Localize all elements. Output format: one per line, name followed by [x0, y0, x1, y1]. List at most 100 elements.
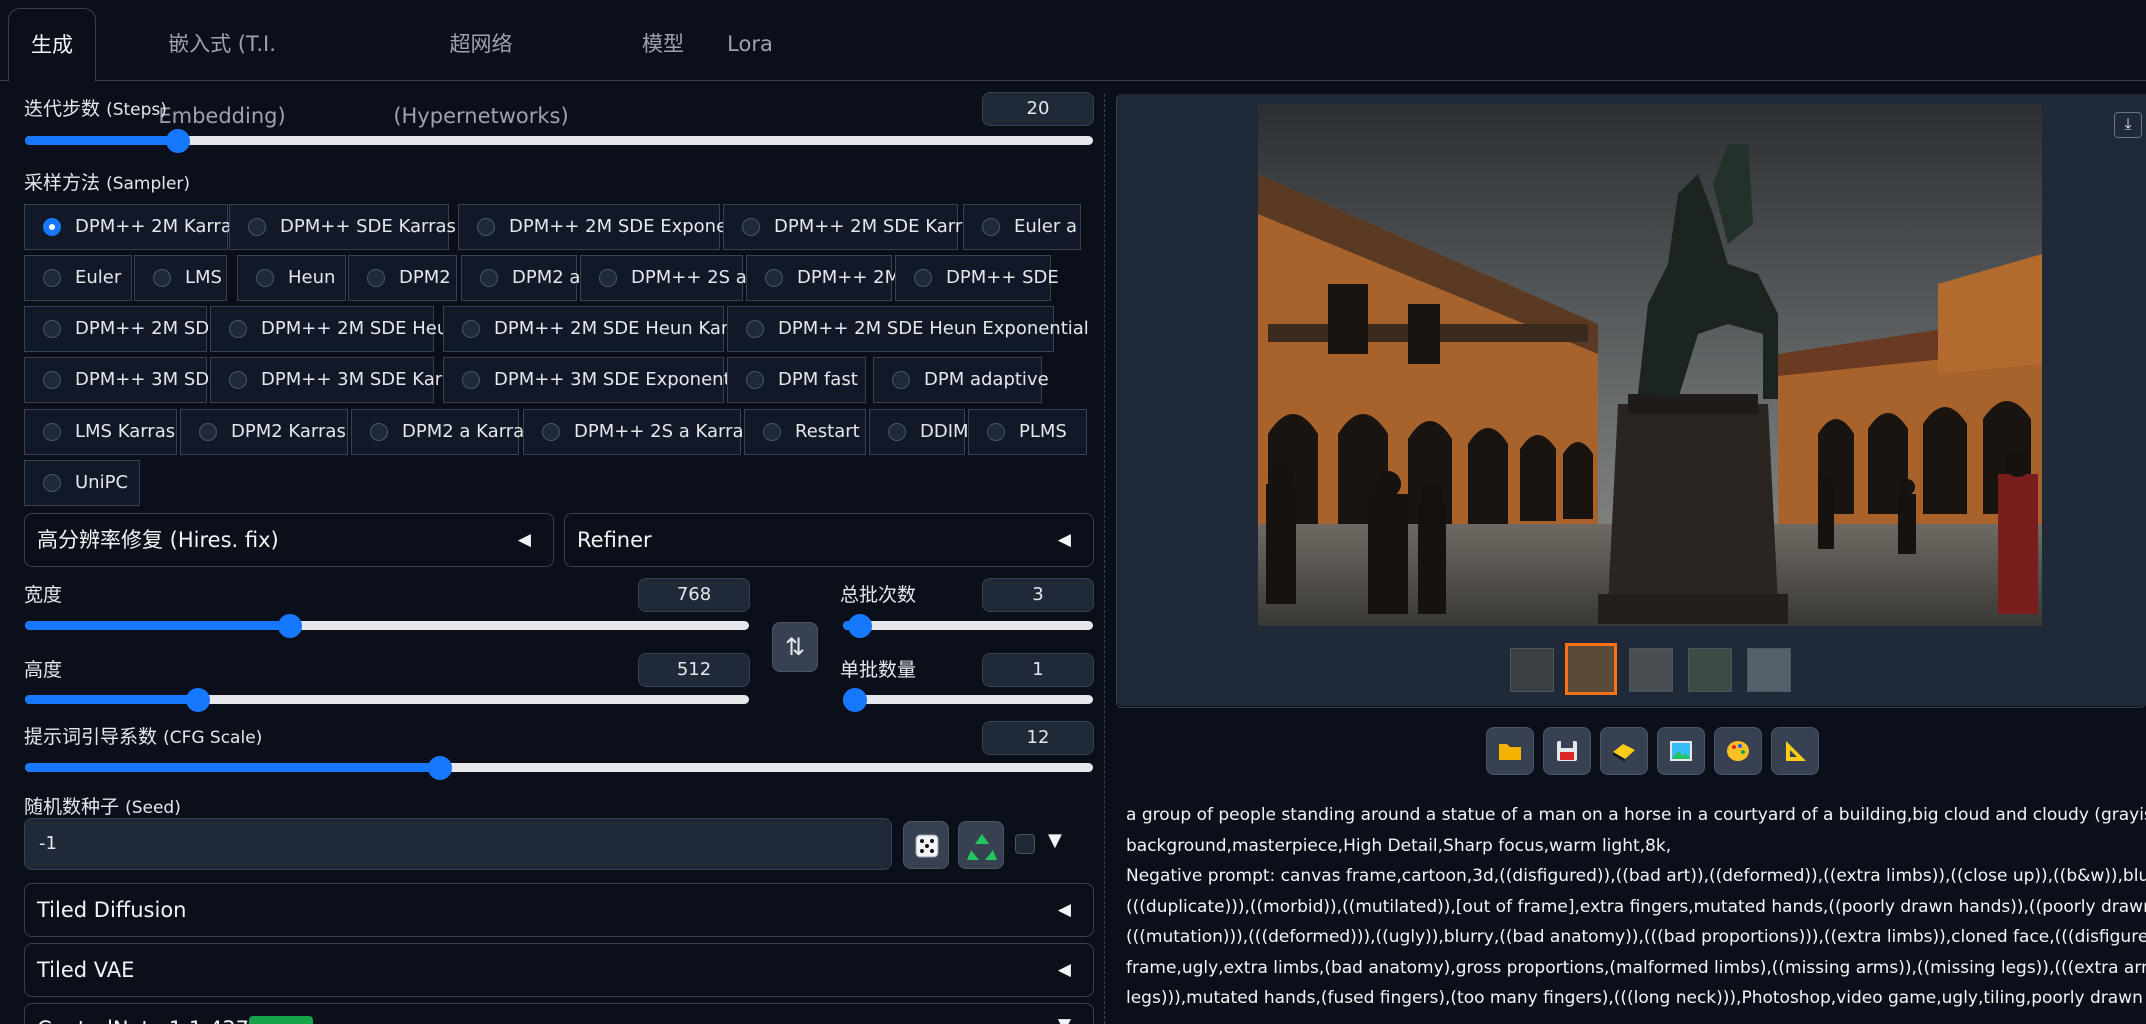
- cfg-slider[interactable]: [25, 756, 1093, 780]
- tab-generate[interactable]: 生成: [8, 8, 96, 82]
- sampler-option[interactable]: DPM++ 2M SDE Karras: [723, 204, 983, 250]
- tiled-vae-accordion[interactable]: Tiled VAE ◀: [24, 943, 1094, 997]
- generated-image[interactable]: [1258, 104, 2042, 626]
- radio-dot[interactable]: [462, 371, 480, 389]
- height-input[interactable]: 512: [638, 653, 750, 687]
- radio-dot[interactable]: [599, 269, 617, 287]
- width-slider[interactable]: [25, 614, 749, 638]
- sampler-option[interactable]: DPM2 a: [461, 255, 580, 301]
- radio-dot[interactable]: [199, 423, 217, 441]
- thumbnail-5[interactable]: [1747, 648, 1791, 692]
- radio-dot[interactable]: [987, 423, 1005, 441]
- tab-embedding[interactable]: 嵌入式 (T.I. Embedding): [108, 8, 336, 128]
- sampler-option[interactable]: DPM adaptive: [873, 357, 1049, 403]
- sampler-option[interactable]: DPM++ 3M SDE Exponential: [443, 357, 752, 403]
- send-to-extras-button[interactable]: [1771, 727, 1819, 775]
- sampler-option[interactable]: DPM++ 2M Karras: [24, 204, 241, 250]
- sampler-option[interactable]: DPM++ 2M SDE Heun Karras: [443, 306, 756, 352]
- radio-dot[interactable]: [43, 371, 61, 389]
- sampler-option[interactable]: DPM++ SDE: [895, 255, 1059, 301]
- save-button[interactable]: [1543, 727, 1591, 775]
- random-seed-button[interactable]: [903, 821, 949, 869]
- radio-dot[interactable]: [43, 218, 61, 236]
- batch-count-input[interactable]: 3: [982, 578, 1094, 612]
- width-input[interactable]: 768: [638, 578, 750, 612]
- sampler-option[interactable]: DPM fast: [727, 357, 866, 403]
- thumbnail-3[interactable]: [1629, 648, 1673, 692]
- open-folder-button[interactable]: [1486, 727, 1534, 775]
- radio-dot[interactable]: [746, 371, 764, 389]
- radio-dot[interactable]: [229, 371, 247, 389]
- steps-slider[interactable]: [25, 129, 1093, 153]
- download-icon[interactable]: ⤓: [2114, 112, 2142, 138]
- tab-hypernetworks[interactable]: 超网络 (Hypernetworks): [366, 8, 596, 128]
- batch-size-input[interactable]: 1: [982, 653, 1094, 687]
- radio-dot[interactable]: [256, 269, 274, 287]
- sampler-option[interactable]: Restart: [744, 409, 866, 455]
- radio-dot[interactable]: [462, 320, 480, 338]
- sampler-option[interactable]: PLMS: [968, 409, 1087, 455]
- tiled-diffusion-accordion[interactable]: Tiled Diffusion ◀: [24, 883, 1094, 937]
- sampler-option[interactable]: DPM++ 2M SDE Heun: [210, 306, 460, 352]
- radio-dot[interactable]: [477, 218, 495, 236]
- sampler-option[interactable]: DPM++ 3M SDE: [24, 357, 221, 403]
- batch-size-slider[interactable]: [843, 688, 1093, 712]
- sampler-option[interactable]: DPM++ 2M SDE: [24, 306, 221, 352]
- sampler-option[interactable]: DPM++ 3M SDE Karras: [210, 357, 470, 403]
- radio-dot[interactable]: [888, 423, 906, 441]
- sampler-option[interactable]: UniPC: [24, 460, 140, 506]
- send-to-img2img-button[interactable]: [1657, 727, 1705, 775]
- radio-dot[interactable]: [763, 423, 781, 441]
- thumbnail-4[interactable]: [1688, 648, 1732, 692]
- tab-lora[interactable]: Lora: [720, 8, 780, 80]
- swap-dimensions-button[interactable]: ⇅: [772, 622, 818, 672]
- seed-input[interactable]: -1: [24, 818, 892, 870]
- thumbnail-1[interactable]: [1510, 648, 1554, 692]
- radio-dot[interactable]: [370, 423, 388, 441]
- radio-dot[interactable]: [914, 269, 932, 287]
- sampler-option[interactable]: DPM++ 2S a Karras: [523, 409, 753, 455]
- extra-seed-checkbox[interactable]: [1015, 834, 1035, 854]
- batch-count-slider[interactable]: [843, 614, 1093, 638]
- radio-dot[interactable]: [248, 218, 266, 236]
- reuse-seed-button[interactable]: [958, 821, 1004, 869]
- send-to-inpaint-button[interactable]: [1714, 727, 1762, 775]
- sampler-option[interactable]: LMS: [134, 255, 227, 301]
- sampler-option[interactable]: LMS Karras: [24, 409, 177, 455]
- zip-button[interactable]: [1600, 727, 1648, 775]
- thumbnail-2-selected[interactable]: [1565, 643, 1617, 695]
- sampler-option[interactable]: DPM++ 2M SDE Exponential: [458, 204, 767, 250]
- radio-dot[interactable]: [746, 320, 764, 338]
- radio-dot[interactable]: [43, 269, 61, 287]
- radio-dot[interactable]: [742, 218, 760, 236]
- radio-dot[interactable]: [43, 474, 61, 492]
- seed-extra-dropdown-icon[interactable]: ▼: [1048, 830, 1062, 851]
- radio-dot[interactable]: [480, 269, 498, 287]
- radio-dot[interactable]: [765, 269, 783, 287]
- sampler-option[interactable]: DPM++ SDE Karras: [229, 204, 456, 250]
- sampler-option[interactable]: DDIM: [869, 409, 969, 455]
- radio-dot[interactable]: [153, 269, 171, 287]
- radio-dot[interactable]: [367, 269, 385, 287]
- radio-dot[interactable]: [892, 371, 910, 389]
- sampler-option[interactable]: DPM++ 2S a: [580, 255, 747, 301]
- sampler-option[interactable]: DPM2 Karras: [180, 409, 348, 455]
- cfg-input[interactable]: 12: [982, 721, 1094, 755]
- sampler-option[interactable]: DPM++ 2M: [746, 255, 900, 301]
- refiner-accordion[interactable]: Refiner ◀: [564, 513, 1094, 567]
- sampler-option[interactable]: DPM2: [348, 255, 457, 301]
- sampler-option[interactable]: Euler: [24, 255, 132, 301]
- radio-dot[interactable]: [542, 423, 560, 441]
- tab-models[interactable]: 模型: [630, 8, 696, 80]
- sampler-option[interactable]: DPM2 a Karras: [351, 409, 534, 455]
- controlnet-accordion[interactable]: ControlNet v1.1.437 ▼: [24, 1003, 1094, 1024]
- radio-dot[interactable]: [982, 218, 1000, 236]
- steps-input[interactable]: 20: [982, 92, 1094, 126]
- radio-dot[interactable]: [43, 320, 61, 338]
- radio-dot[interactable]: [229, 320, 247, 338]
- sampler-option[interactable]: Euler a: [963, 204, 1081, 250]
- radio-dot[interactable]: [43, 423, 61, 441]
- sampler-option[interactable]: DPM++ 2M SDE Heun Exponential: [727, 306, 1089, 352]
- sampler-option[interactable]: Heun: [237, 255, 346, 301]
- height-slider[interactable]: [25, 688, 749, 712]
